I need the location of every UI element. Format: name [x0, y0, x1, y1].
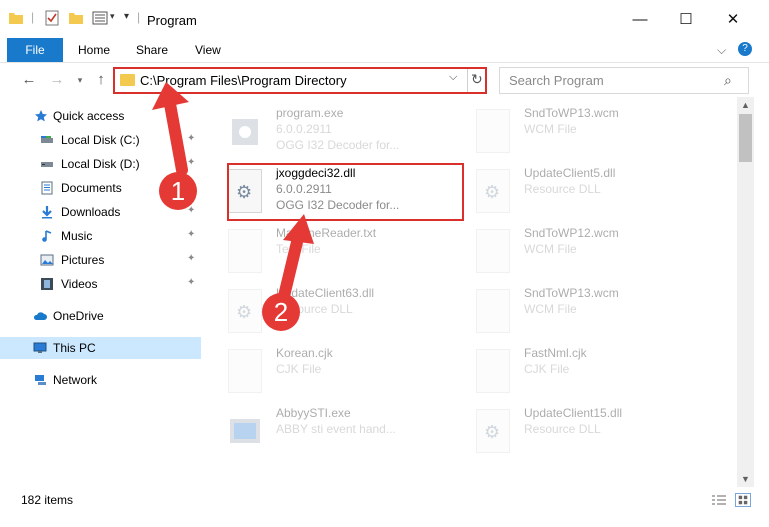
arrow-two [278, 214, 314, 302]
arrow-one [152, 82, 189, 176]
annotation-badge-1: 1 [159, 172, 197, 210]
annotation-arrows [152, 82, 314, 302]
annotation-badge-2: 2 [262, 293, 300, 331]
